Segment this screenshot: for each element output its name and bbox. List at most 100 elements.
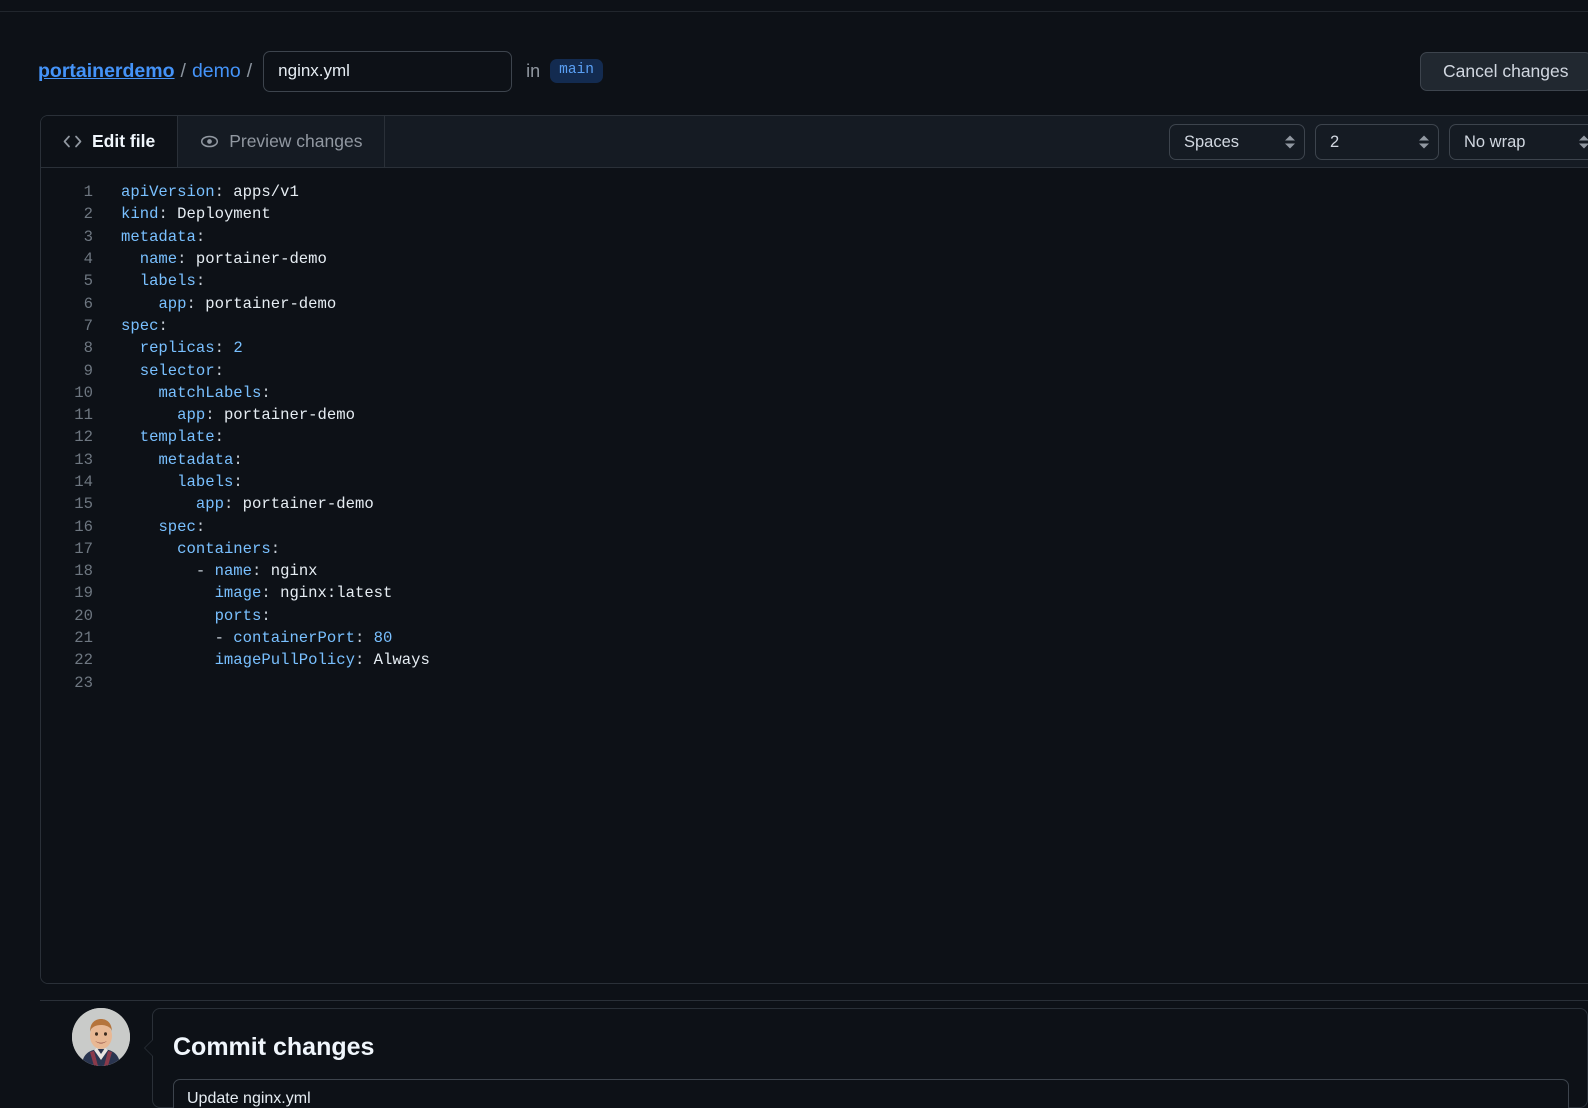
- code-line: 9 selector:: [41, 359, 1588, 381]
- code-line: 15 app: portainer-demo: [41, 493, 1588, 515]
- line-number: 11: [74, 406, 93, 425]
- wrap-mode-select[interactable]: No wrap: [1449, 124, 1588, 160]
- filename-input[interactable]: [263, 50, 513, 92]
- code-token: -: [214, 629, 234, 648]
- code-token: :: [214, 428, 224, 447]
- code-token: :: [195, 272, 206, 291]
- code-line: 19 image: nginx:latest: [41, 582, 1588, 604]
- in-label: in: [526, 60, 541, 81]
- code-token: Always: [373, 651, 430, 670]
- code-brackets-icon: [63, 133, 82, 150]
- chevron-updown-icon: [1419, 135, 1429, 149]
- code-token: -: [195, 562, 215, 581]
- code-token: :: [223, 495, 243, 514]
- code-token: :: [214, 339, 234, 358]
- code-token: :: [233, 450, 243, 469]
- code-token: :: [158, 205, 178, 224]
- code-line: 11 app: portainer-demo: [41, 404, 1588, 426]
- commit-divider: [40, 1000, 1588, 1001]
- code-line: 16 spec:: [41, 515, 1588, 537]
- line-content: kind: Deployment: [93, 205, 271, 223]
- code-token: imagePullPolicy: [214, 651, 355, 670]
- code-token: :: [354, 629, 374, 648]
- code-token: name: [214, 562, 253, 581]
- line-number: 19: [74, 584, 93, 603]
- eye-icon: [200, 132, 219, 151]
- branch-badge: main: [550, 59, 603, 83]
- code-line: 22 imagePullPolicy: Always: [41, 649, 1588, 671]
- line-number: 1: [83, 183, 93, 202]
- line-number: 13: [74, 450, 93, 469]
- chevron-updown-icon: [1285, 135, 1295, 149]
- code-token: metadata: [121, 227, 196, 246]
- code-token: :: [270, 539, 281, 558]
- editor-tabbar: Edit file Preview changes Spaces 2 No wr…: [41, 116, 1588, 168]
- code-token: portainer-demo: [205, 294, 337, 313]
- code-token: apps/v1: [233, 183, 299, 202]
- code-token: app: [177, 406, 206, 425]
- editor-toolbar: Spaces 2 No wrap: [1169, 116, 1588, 168]
- code-token: kind: [121, 205, 159, 224]
- line-content: metadata:: [93, 228, 205, 246]
- chevron-updown-icon: [1579, 135, 1588, 149]
- code-token: :: [214, 183, 234, 202]
- code-token: :: [233, 473, 243, 491]
- cancel-changes-button[interactable]: Cancel changes: [1420, 52, 1588, 91]
- code-line: 8 replicas: 2: [41, 337, 1588, 359]
- line-content: apiVersion: apps/v1: [93, 183, 299, 201]
- line-content: metadata:: [93, 450, 243, 469]
- line-number: 8: [83, 339, 93, 358]
- line-content: selector:: [93, 362, 224, 380]
- wrap-mode-value: No wrap: [1464, 132, 1526, 151]
- code-token: :: [205, 406, 224, 425]
- line-content: imagePullPolicy: Always: [93, 651, 430, 669]
- line-number: 2: [83, 205, 93, 224]
- breadcrumb-directory-link[interactable]: demo: [192, 60, 241, 83]
- code-token: :: [186, 294, 206, 313]
- indent-style-select[interactable]: Spaces: [1169, 124, 1305, 160]
- code-token: :: [195, 227, 206, 246]
- code-token: portainer-demo: [195, 250, 327, 269]
- code-token: metadata: [158, 450, 234, 469]
- tab-preview-changes-label: Preview changes: [229, 131, 363, 151]
- code-token: :: [158, 316, 168, 335]
- code-editor[interactable]: 1 apiVersion: apps/v1 2 kind: Deployment 3 me…: [41, 168, 1588, 983]
- code-token: nginx: [270, 562, 318, 581]
- line-content: name: portainer-demo: [93, 250, 327, 268]
- code-line: 10 matchLabels:: [41, 382, 1588, 404]
- code-token: name: [139, 250, 178, 269]
- commit-message-input[interactable]: [173, 1079, 1569, 1108]
- code-token: :: [214, 361, 224, 380]
- line-content: labels:: [93, 272, 206, 291]
- tab-preview-changes[interactable]: Preview changes: [178, 116, 386, 167]
- breadcrumb-repo-link[interactable]: portainerdemo: [38, 60, 175, 83]
- line-number: 20: [74, 606, 93, 625]
- code-token: portainer-demo: [223, 406, 355, 425]
- code-token: :: [261, 584, 281, 603]
- code-token: :: [177, 250, 196, 269]
- line-number: 22: [74, 651, 93, 670]
- line-content: replicas: 2: [93, 339, 243, 357]
- code-token: 2: [233, 339, 243, 358]
- code-line: 2 kind: Deployment: [41, 203, 1588, 225]
- line-content: image: nginx:latest: [93, 584, 393, 603]
- code-token: apiVersion: [121, 183, 215, 202]
- editor-panel: Edit file Preview changes Spaces 2 No wr…: [40, 115, 1588, 984]
- breadcrumb-separator-2: /: [246, 59, 253, 82]
- line-number: 9: [83, 361, 93, 380]
- code-line: 20 ports:: [41, 605, 1588, 627]
- line-content: template:: [93, 428, 224, 446]
- breadcrumb: portainerdemo / demo /: [38, 60, 258, 83]
- code-line: 13 metadata:: [41, 449, 1588, 471]
- tab-edit-file[interactable]: Edit file: [41, 116, 179, 167]
- line-number: 10: [74, 383, 93, 402]
- indent-style-value: Spaces: [1184, 132, 1240, 151]
- line-number: 6: [83, 294, 93, 313]
- code-token: spec: [158, 517, 196, 536]
- line-number: 17: [74, 539, 93, 558]
- code-token: ports: [214, 606, 262, 625]
- line-number: 15: [74, 495, 93, 514]
- line-content: - name: nginx: [93, 562, 318, 580]
- code-line: 5 labels:: [41, 270, 1588, 292]
- indent-size-select[interactable]: 2: [1315, 124, 1439, 160]
